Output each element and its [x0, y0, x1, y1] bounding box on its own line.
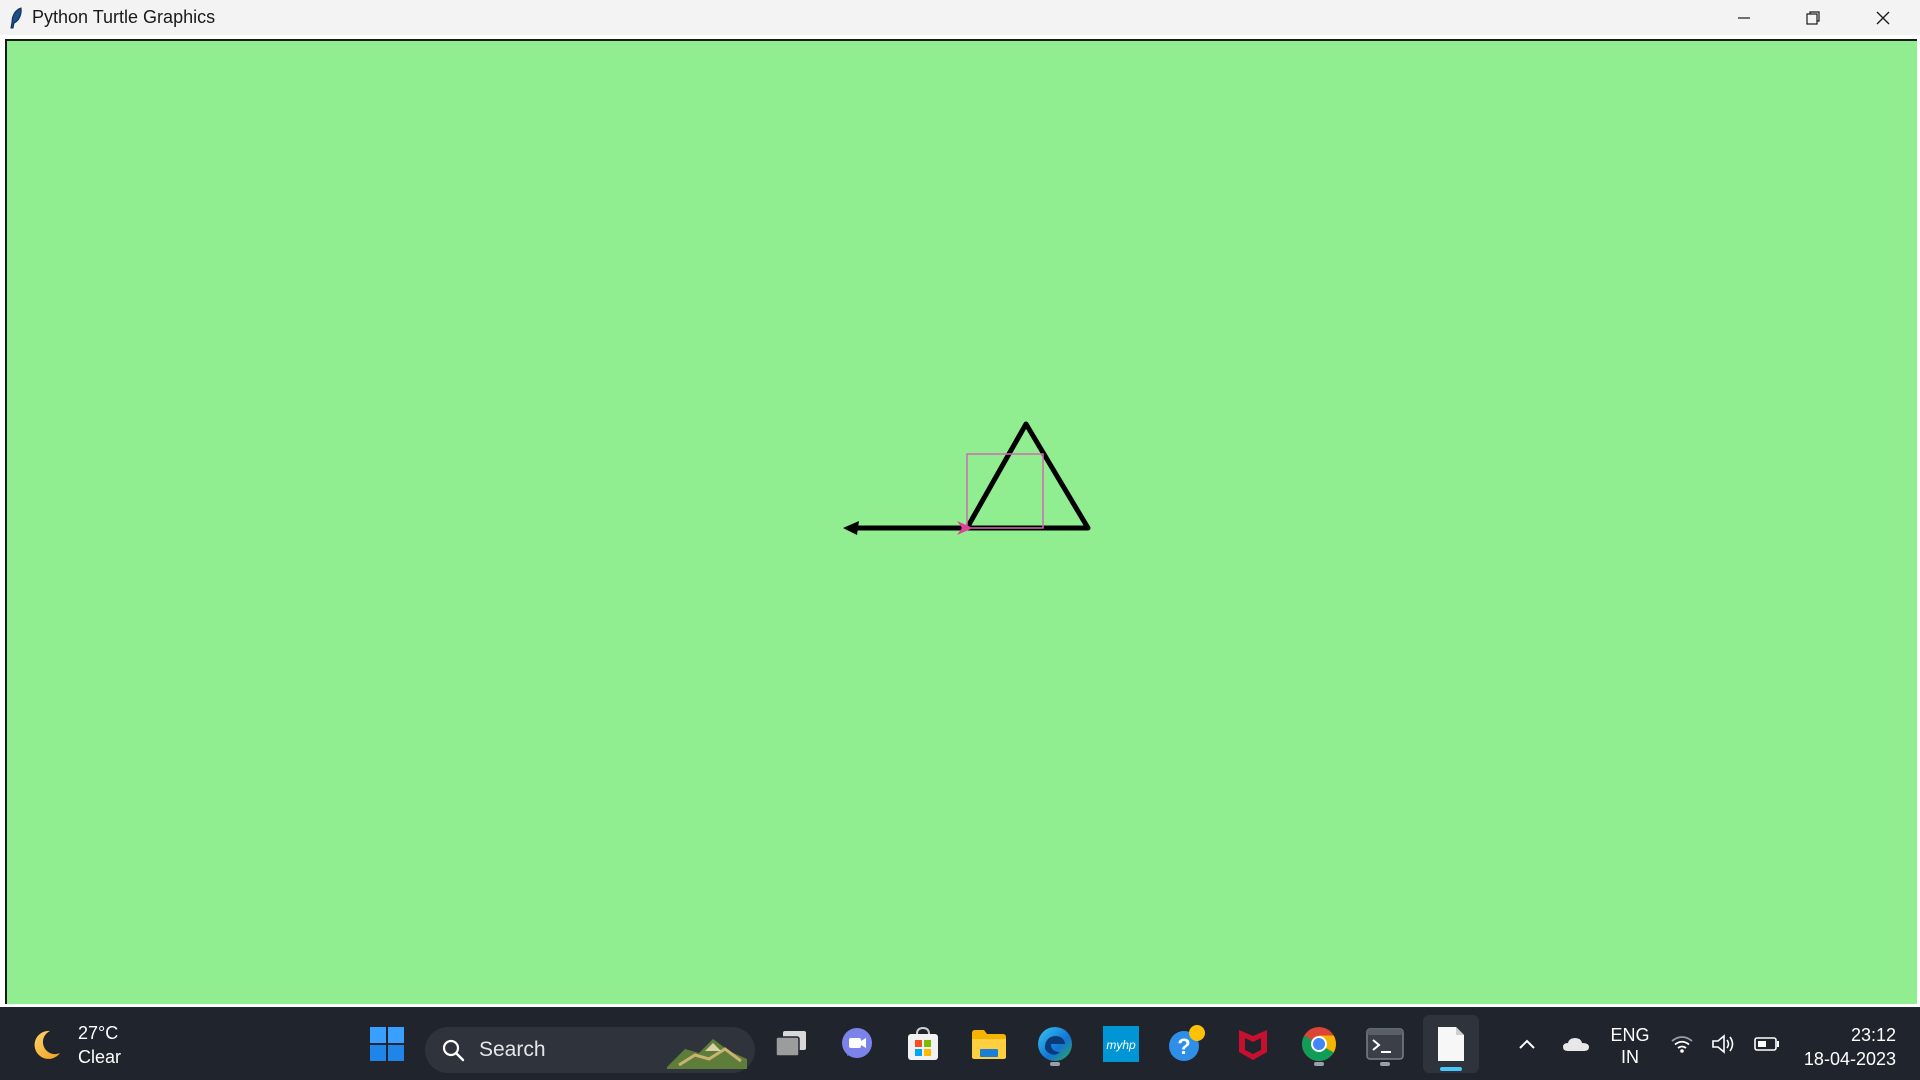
- microsoft-store-button[interactable]: [899, 1020, 947, 1068]
- mcafee-button[interactable]: [1229, 1020, 1277, 1068]
- volume-icon: [1712, 1033, 1734, 1054]
- minimize-button[interactable]: [1709, 0, 1779, 35]
- search-icon: [442, 1039, 465, 1062]
- show-hidden-icons-button[interactable]: [1510, 1007, 1544, 1080]
- window-title: Python Turtle Graphics: [32, 7, 216, 27]
- get-help-button[interactable]: ?: [1163, 1020, 1211, 1068]
- weather-condition: Clear: [78, 1047, 122, 1067]
- minimize-icon: [1738, 16, 1750, 19]
- search-highlight-icon: [667, 1039, 747, 1069]
- terminal-button[interactable]: [1361, 1020, 1409, 1068]
- arrow-head-icon: [843, 521, 859, 535]
- help-icon: ?: [1169, 1025, 1205, 1061]
- language-code: ENG: [1610, 1025, 1650, 1045]
- weather-widget[interactable]: 27°C Clear: [28, 1021, 121, 1069]
- chrome-button[interactable]: [1295, 1020, 1343, 1068]
- language-indicator[interactable]: ENG IN: [1605, 1024, 1655, 1068]
- taskbar: 27°C Clear Search myhp ? ENG IN 23:12 18…: [0, 1007, 1920, 1080]
- chevron-up-icon: [1519, 1039, 1535, 1049]
- moon-icon: [34, 1030, 60, 1059]
- search-input[interactable]: Search: [425, 1027, 755, 1073]
- cloud-icon: [1563, 1037, 1589, 1051]
- title-bar: Python Turtle Graphics: [0, 0, 1920, 35]
- turtle-drawing: [843, 421, 1091, 535]
- myhp-icon: myhp: [1103, 1026, 1139, 1062]
- clock[interactable]: 23:12 18-04-2023: [1790, 1023, 1896, 1071]
- edge-button[interactable]: [1031, 1020, 1079, 1068]
- restore-button[interactable]: [1778, 0, 1848, 35]
- file-button[interactable]: [1423, 1015, 1479, 1073]
- clock-date: 18-04-2023: [1803, 1049, 1896, 1069]
- terminal-icon: [1366, 1028, 1404, 1060]
- triangle-shape: [964, 421, 1091, 531]
- onedrive-button[interactable]: [1558, 1007, 1594, 1080]
- turtle-canvas[interactable]: [5, 39, 1917, 1004]
- folder-icon: [972, 1030, 1006, 1059]
- terminal-running-indicator: [1380, 1062, 1390, 1066]
- weather-temperature: 27°C: [78, 1023, 119, 1043]
- clock-time: 23:12: [1850, 1025, 1896, 1045]
- close-icon: [1876, 11, 1890, 24]
- file-explorer-button[interactable]: [965, 1020, 1013, 1068]
- start-button[interactable]: [363, 1020, 411, 1068]
- file-active-indicator: [1440, 1067, 1462, 1071]
- mcafee-icon: [1239, 1030, 1267, 1060]
- svg-text:?: ?: [1177, 1034, 1190, 1059]
- windows-icon: [370, 1027, 404, 1061]
- task-view-icon: [775, 1031, 806, 1057]
- chrome-running-indicator: [1314, 1062, 1324, 1066]
- svg-text:myhp: myhp: [1106, 1038, 1136, 1052]
- teams-chat-button[interactable]: [833, 1020, 881, 1068]
- edge-running-indicator: [1050, 1062, 1060, 1066]
- task-view-button[interactable]: [767, 1020, 815, 1068]
- edge-icon: [1038, 1027, 1072, 1061]
- restore-icon: [1806, 10, 1820, 25]
- wifi-icon: [1671, 1035, 1693, 1053]
- region-code: IN: [1621, 1047, 1639, 1067]
- quick-settings-button[interactable]: [1670, 1007, 1780, 1080]
- close-button[interactable]: [1848, 0, 1918, 35]
- myhp-button[interactable]: myhp: [1097, 1020, 1145, 1068]
- chrome-icon: [1302, 1027, 1336, 1061]
- chat-icon: [842, 1028, 872, 1058]
- feather-icon: [8, 6, 24, 28]
- battery-icon: [1754, 1036, 1779, 1051]
- store-icon: [908, 1026, 938, 1060]
- file-icon: [1438, 1027, 1464, 1061]
- search-placeholder: Search: [479, 1038, 546, 1061]
